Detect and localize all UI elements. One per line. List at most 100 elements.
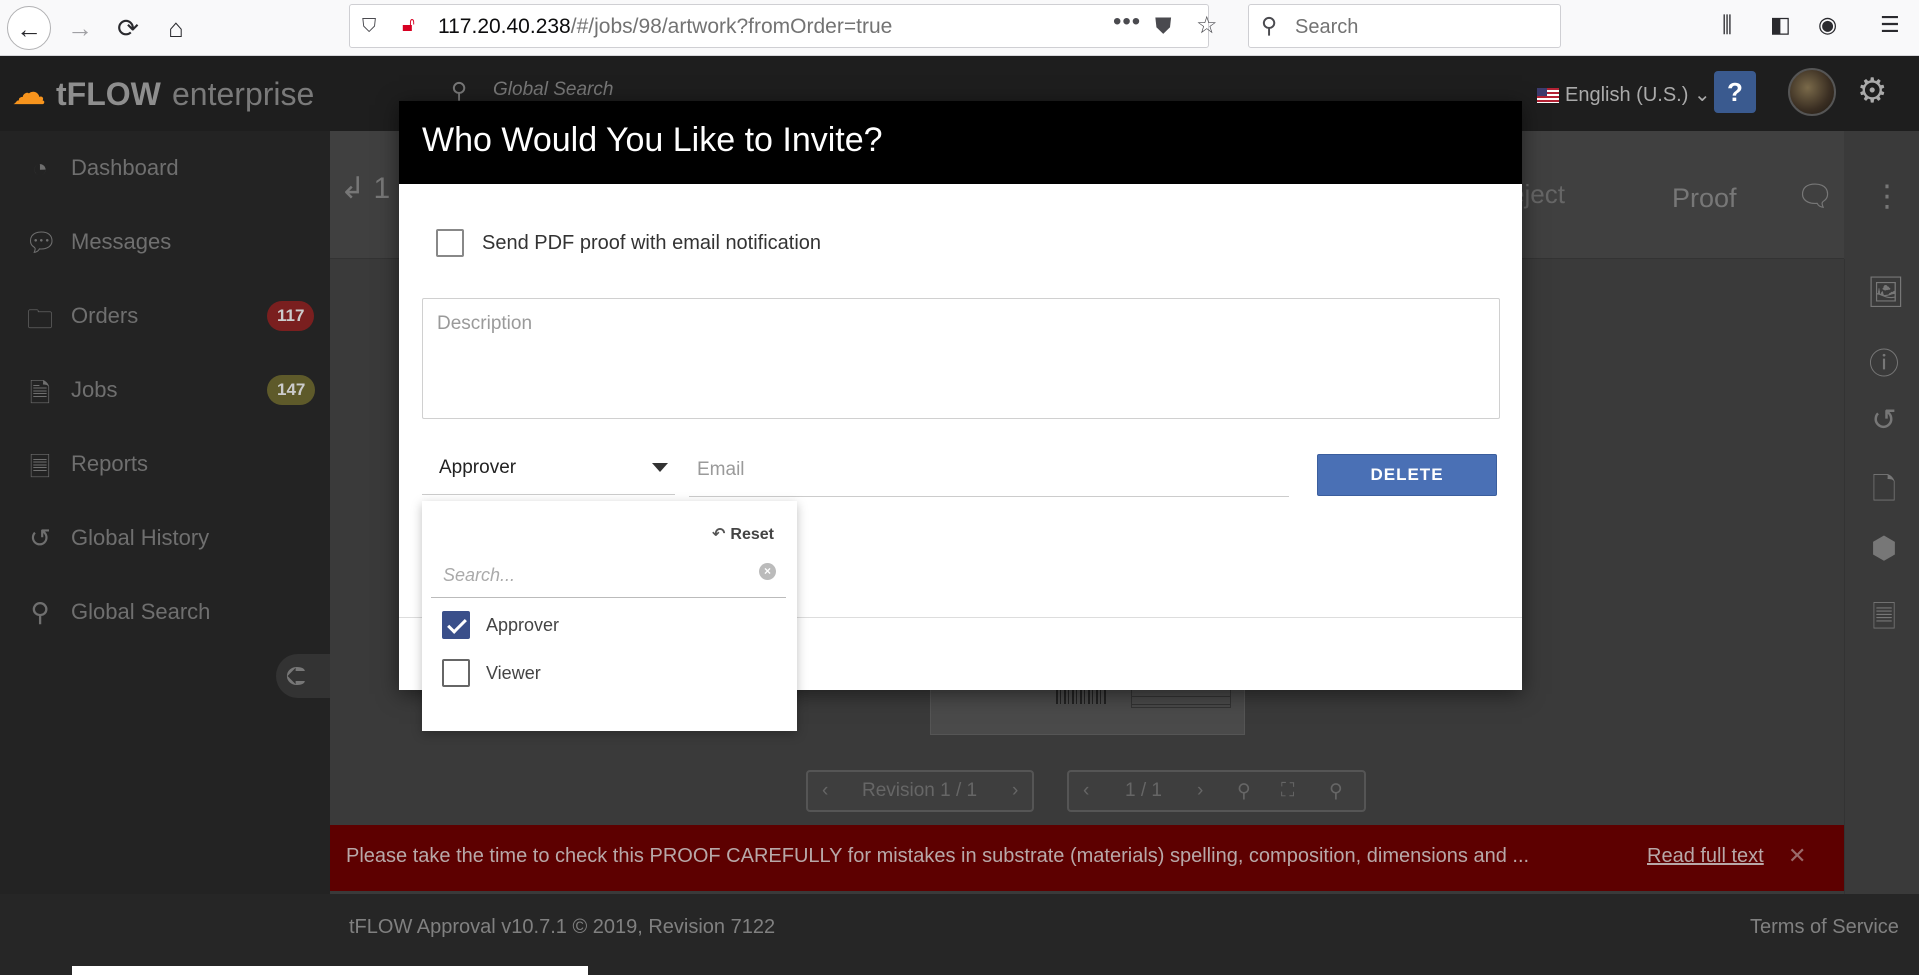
image-icon[interactable]: 🖼︎ bbox=[1867, 275, 1905, 310]
sidebar-toggle-icon[interactable]: ◧ bbox=[1770, 12, 1791, 38]
sidebar-item-jobs[interactable]: 🗎 Jobs 147 bbox=[0, 353, 330, 427]
account-icon[interactable]: ◉ bbox=[1818, 12, 1837, 38]
sidebar: ◔ Dashboard 💬︎ Messages 🗀 Orders 117 🗎 J… bbox=[0, 131, 330, 894]
sidebar-item-global-history[interactable]: ↺ Global History bbox=[0, 501, 330, 575]
sidebar-item-label: Jobs bbox=[71, 377, 118, 402]
language-label: English (U.S.) bbox=[1565, 84, 1689, 106]
sidebar-item-global-search[interactable]: ⚲ Global Search bbox=[0, 575, 330, 649]
approver-checkbox[interactable] bbox=[442, 611, 470, 639]
send-pdf-label[interactable]: Send PDF proof with email notification bbox=[482, 232, 821, 255]
folder-icon: 🗀 bbox=[26, 304, 53, 334]
pocket-icon[interactable]: ⛊ bbox=[1155, 13, 1172, 39]
sidebar-item-label: Messages bbox=[71, 229, 172, 254]
role-option-label: Viewer bbox=[486, 663, 541, 683]
tracking-shield-icon[interactable]: ⛉ bbox=[362, 16, 376, 38]
role-option-viewer[interactable]: Viewer bbox=[442, 655, 782, 689]
gear-icon[interactable]: ⚙ bbox=[1857, 71, 1887, 111]
chevron-right-icon[interactable]: › bbox=[1012, 780, 1018, 802]
menu-hamburger-icon[interactable]: ☰ bbox=[1880, 12, 1900, 38]
page-pager: ‹ 1 / 1 › ⚲ ⛶ ⚲ bbox=[1067, 770, 1366, 812]
chevron-left-icon[interactable]: ‹ bbox=[822, 780, 828, 802]
email-field[interactable] bbox=[689, 443, 1289, 497]
send-pdf-checkbox[interactable] bbox=[436, 229, 464, 257]
page-actions-icon[interactable]: ••• bbox=[1113, 8, 1141, 36]
report-icon: 🗏 bbox=[29, 452, 51, 482]
reset-label: Reset bbox=[730, 526, 774, 543]
library-icon[interactable]: ⫼ bbox=[1722, 12, 1732, 38]
caret-down-icon bbox=[652, 463, 668, 472]
history-icon: ↺ bbox=[29, 523, 51, 553]
description-field[interactable] bbox=[422, 298, 1500, 419]
sidebar-item-dashboard[interactable]: ◔ Dashboard bbox=[0, 131, 330, 205]
modal-title: Who Would You Like to Invite? bbox=[422, 121, 883, 159]
back-arrow-icon[interactable]: ← bbox=[7, 6, 51, 50]
chevron-left-icon[interactable]: ‹ bbox=[1083, 780, 1089, 802]
job-number: 1 bbox=[373, 172, 391, 205]
sidebar-item-label: Global History bbox=[71, 525, 210, 550]
notice-text: Please take the time to check this PROOF… bbox=[346, 845, 1530, 867]
page-text: 1 / 1 bbox=[1125, 780, 1162, 801]
reload-icon[interactable]: ⟳ bbox=[106, 6, 150, 50]
reset-button[interactable]: ↶ Reset bbox=[712, 524, 774, 544]
undo-arrow-icon: ↶ bbox=[712, 526, 726, 543]
zoom-out-icon[interactable]: ⚲ bbox=[1329, 780, 1343, 803]
sidebar-item-orders[interactable]: 🗀 Orders 117 bbox=[0, 279, 330, 353]
url-bar[interactable]: ⛉ 🔓︎ 117.20.40.238/#/jobs/98/artwork?fro… bbox=[349, 4, 1218, 48]
logo-suffix: enterprise bbox=[172, 76, 315, 112]
role-select[interactable]: Approver bbox=[422, 443, 675, 495]
collapse-sidebar-button[interactable]: ⮈ bbox=[276, 654, 330, 698]
close-icon[interactable]: ✕ bbox=[1788, 843, 1806, 869]
role-search-input[interactable] bbox=[431, 553, 786, 598]
insecure-lock-icon[interactable]: 🔓︎ bbox=[402, 14, 415, 37]
url-text[interactable]: 117.20.40.238/#/jobs/98/artwork?fromOrde… bbox=[438, 15, 892, 39]
modal-header: Who Would You Like to Invite? bbox=[399, 101, 1522, 184]
dashboard-gauge-icon: ◔ bbox=[32, 153, 48, 183]
return-arrow-icon[interactable]: ↲ 1 bbox=[340, 171, 390, 206]
bookmark-star-icon[interactable]: ☆ bbox=[1196, 11, 1218, 40]
document-lines-icon[interactable]: 🗏 bbox=[1867, 595, 1901, 646]
us-flag-icon bbox=[1537, 88, 1559, 104]
browser-toolbar: ← → ⟳ ⌂ ⛉ 🔓︎ 117.20.40.238/#/jobs/98/art… bbox=[0, 0, 1919, 56]
browser-search-placeholder: Search bbox=[1295, 16, 1359, 38]
delete-button[interactable]: DELETE bbox=[1317, 454, 1497, 496]
footer-copyright: tFLOW Approval v10.7.1 © 2019, Revision … bbox=[349, 916, 776, 938]
url-path: /#/jobs/98/artwork?fromOrder=true bbox=[570, 15, 893, 38]
avatar[interactable] bbox=[1788, 68, 1836, 116]
sidebar-item-messages[interactable]: 💬︎ Messages bbox=[0, 205, 330, 279]
read-full-text-link[interactable]: Read full text bbox=[1647, 845, 1764, 868]
browser-search-input[interactable]: ⚲ Search bbox=[1248, 4, 1561, 48]
global-search-input[interactable]: Global Search bbox=[493, 79, 613, 101]
language-selector[interactable]: English (U.S.) ⌄ bbox=[1537, 82, 1711, 107]
footer: tFLOW Approval v10.7.1 © 2019, Revision … bbox=[0, 894, 1919, 975]
sidebar-item-reports[interactable]: 🗏 Reports bbox=[0, 427, 330, 501]
chat-bubble-icon: 💬︎ bbox=[25, 227, 59, 257]
role-dropdown: ↶Reset × Approver Viewer bbox=[422, 501, 797, 731]
package-box-icon[interactable]: ⬢ bbox=[1867, 531, 1901, 566]
proof-button[interactable]: Proof bbox=[1672, 183, 1737, 214]
search-icon: ⚲ bbox=[30, 597, 50, 627]
chevron-right-icon[interactable]: › bbox=[1197, 780, 1203, 802]
history-icon[interactable]: ↺ bbox=[1867, 403, 1901, 438]
fullscreen-icon[interactable]: ⛶ bbox=[1281, 780, 1294, 802]
help-button[interactable]: ? bbox=[1714, 71, 1756, 113]
jobs-count-badge: 147 bbox=[267, 375, 316, 405]
info-icon[interactable]: ⓘ bbox=[1867, 339, 1901, 383]
url-host: 117.20.40.238 bbox=[438, 15, 571, 38]
arrow-left-circle-icon: ⮈ bbox=[286, 661, 306, 691]
role-option-label: Approver bbox=[486, 615, 560, 635]
terms-of-service-link[interactable]: Terms of Service bbox=[1750, 916, 1899, 939]
logo-brand: tFLOW bbox=[56, 76, 161, 112]
forward-arrow-icon[interactable]: → bbox=[58, 6, 102, 50]
document-icon: 🗎 bbox=[29, 378, 51, 408]
viewer-checkbox[interactable] bbox=[442, 659, 470, 687]
clear-search-icon[interactable]: × bbox=[759, 563, 776, 580]
kebab-menu-icon[interactable]: ⋮ bbox=[1872, 179, 1902, 214]
revision-text: Revision 1 / 1 bbox=[862, 780, 978, 801]
home-icon[interactable]: ⌂ bbox=[154, 6, 198, 50]
proof-notice-banner: Please take the time to check this PROOF… bbox=[330, 825, 1844, 891]
sidebar-item-label: Dashboard bbox=[71, 155, 179, 180]
comments-icon[interactable]: 🗨︎ bbox=[1796, 179, 1834, 214]
role-option-approver[interactable]: Approver bbox=[442, 607, 782, 641]
file-icon[interactable]: 🗋 bbox=[1867, 467, 1901, 518]
zoom-in-icon[interactable]: ⚲ bbox=[1237, 780, 1251, 803]
